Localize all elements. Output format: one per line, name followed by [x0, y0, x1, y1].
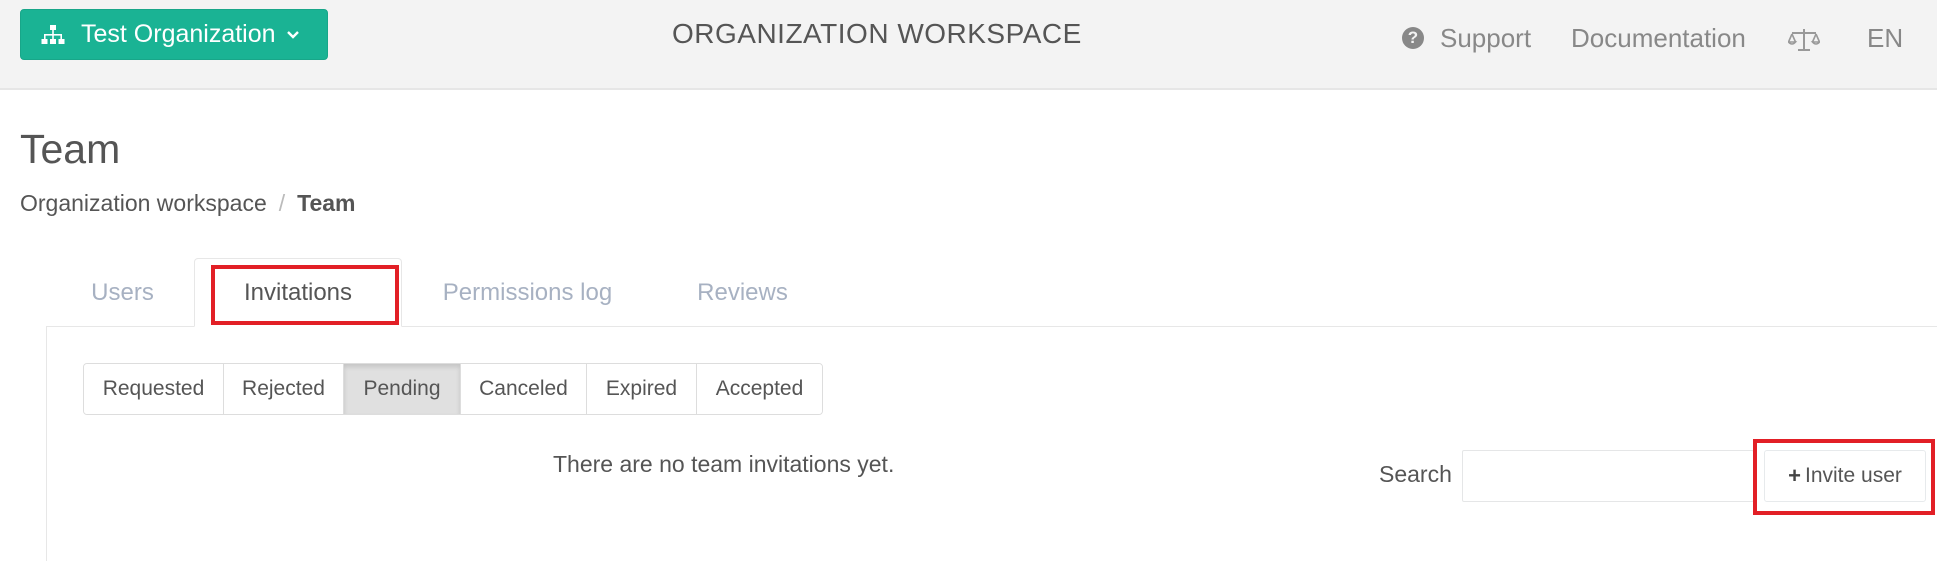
tab-permissions-log[interactable]: Permissions log	[420, 258, 635, 327]
filter-expired-button[interactable]: Expired	[587, 364, 697, 414]
workspace-title: ORGANIZATION WORKSPACE	[672, 18, 1082, 49]
filter-requested-button[interactable]: Requested	[84, 364, 224, 414]
page-title: Team	[20, 126, 121, 172]
tab-users[interactable]: Users	[70, 258, 175, 327]
language-selector[interactable]: EN	[1867, 20, 1903, 56]
filter-pending-button[interactable]: Pending	[344, 364, 461, 414]
tab-content-panel	[46, 326, 1937, 561]
breadcrumb-parent-link[interactable]: Organization workspace	[20, 190, 267, 217]
tab-reviews[interactable]: Reviews	[680, 258, 805, 327]
tab-invitations[interactable]: Invitations	[194, 258, 402, 327]
search-input[interactable]	[1462, 450, 1754, 502]
question-circle-icon: ?	[1402, 27, 1424, 49]
search-label: Search	[1379, 461, 1452, 487]
organization-switcher-button[interactable]: Test Organization	[20, 9, 328, 60]
invite-user-button[interactable]: + Invite user	[1764, 450, 1926, 502]
invitation-status-filter: Requested Rejected Pending Canceled Expi…	[83, 363, 823, 415]
documentation-link[interactable]: Documentation	[1571, 20, 1746, 56]
plus-icon: +	[1788, 463, 1801, 488]
filter-accepted-button[interactable]: Accepted	[697, 364, 822, 414]
empty-state-message: There are no team invitations yet.	[553, 451, 895, 477]
sitemap-icon	[41, 23, 67, 47]
scales-icon[interactable]	[1788, 22, 1820, 58]
breadcrumb: Organization workspace / Team	[20, 190, 356, 217]
breadcrumb-current: Team	[297, 190, 356, 216]
support-link[interactable]: ? Support	[1402, 20, 1531, 56]
breadcrumb-separator: /	[278, 190, 286, 216]
top-navbar: Test Organization ORGANIZATION WORKSPACE…	[0, 0, 1937, 90]
support-label: Support	[1440, 22, 1532, 53]
filter-canceled-button[interactable]: Canceled	[461, 364, 587, 414]
invite-user-label: Invite user	[1804, 464, 1902, 487]
organization-name: Test Organization	[81, 20, 276, 48]
chevron-down-icon	[286, 30, 300, 40]
filter-rejected-button[interactable]: Rejected	[224, 364, 344, 414]
